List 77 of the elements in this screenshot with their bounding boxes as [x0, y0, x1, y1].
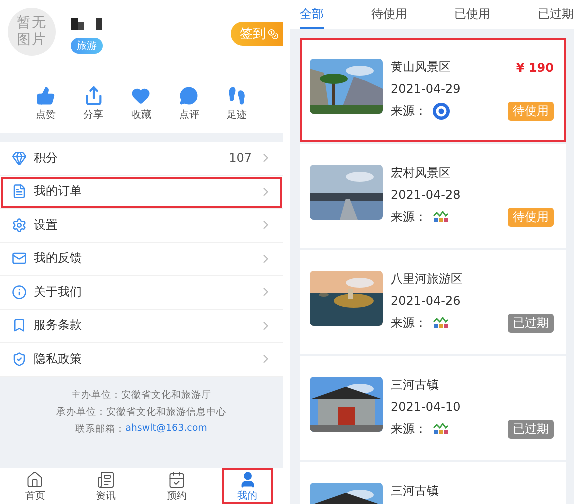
- order-card[interactable]: 三河古镇 2021-04-10 来源： 已过期: [300, 356, 566, 460]
- calendar-icon: [168, 471, 186, 489]
- menu-label: 我的订单: [34, 183, 82, 200]
- order-title: 三河古镇: [391, 483, 439, 500]
- order-date: 2021-04-28: [391, 188, 461, 202]
- order-tab[interactable]: 已使用: [454, 0, 491, 29]
- order-title: 黄山风景区: [391, 59, 451, 76]
- heart-icon: [131, 86, 152, 106]
- order-price: ¥ 190: [516, 60, 554, 74]
- chat-bubble-icon: [179, 86, 200, 106]
- home-icon: [26, 471, 44, 489]
- logo-icon: [433, 423, 449, 436]
- order-card[interactable]: 三河古镇: [300, 462, 566, 504]
- logo-icon: [433, 211, 449, 224]
- action-button[interactable]: 点评: [169, 86, 210, 133]
- share-icon: [84, 86, 104, 106]
- menu-item[interactable]: 我的订单: [0, 176, 283, 209]
- bookmark-icon: [12, 318, 27, 334]
- status-badge: 待使用: [508, 208, 554, 227]
- menu-label: 隐私政策: [34, 350, 82, 368]
- menu-label: 关于我们: [34, 284, 82, 301]
- source-label: 来源：: [391, 315, 427, 332]
- order-title: 三河古镇: [391, 377, 439, 394]
- action-button[interactable]: 足迹: [217, 86, 258, 133]
- order-card[interactable]: 黄山风景区 ¥ 190 2021-04-29 来源： 待使用: [300, 38, 566, 142]
- nav-tab[interactable]: 我的: [222, 468, 273, 504]
- contact-label: 联系邮箱：: [76, 422, 126, 436]
- action-button[interactable]: 分享: [74, 86, 114, 133]
- coins-icon: [268, 28, 279, 40]
- menu-label: 设置: [34, 216, 58, 234]
- status-badge: 待使用: [508, 102, 554, 121]
- user-tag: 旅游: [71, 38, 103, 54]
- action-button[interactable]: 收藏: [121, 86, 162, 133]
- gem-icon: [12, 150, 27, 166]
- news-icon: [97, 471, 116, 489]
- action-button[interactable]: 点赞: [26, 86, 66, 133]
- avatar-placeholder-text: 暂无图片: [16, 15, 48, 49]
- menu-item[interactable]: 积分 107: [0, 142, 283, 176]
- nav-tab[interactable]: 预约: [152, 468, 202, 504]
- menu-label: 积分: [34, 150, 58, 167]
- nav-tab[interactable]: 首页: [10, 468, 61, 504]
- order-date: 2021-04-29: [391, 82, 461, 96]
- order-date: 2021-04-26: [391, 294, 461, 308]
- status-badge: 已过期: [508, 420, 554, 439]
- source-label: 来源：: [391, 103, 427, 120]
- order-tab[interactable]: 已过期: [538, 0, 574, 29]
- nav-tab[interactable]: 资讯: [80, 468, 132, 504]
- order-card[interactable]: 宏村风景区 2021-04-28 来源： 待使用: [300, 144, 566, 248]
- logo-icon: [433, 317, 449, 330]
- source-label: 来源：: [391, 209, 427, 226]
- menu-item[interactable]: 我的反馈: [0, 242, 283, 276]
- menu-label: 我的反馈: [34, 250, 82, 268]
- document-icon: [12, 184, 27, 200]
- menu-item[interactable]: 设置: [0, 209, 283, 242]
- menu-value: 107: [229, 151, 252, 166]
- shield-icon: [12, 352, 27, 367]
- menu-item[interactable]: 关于我们: [0, 276, 283, 310]
- order-card[interactable]: 八里河旅游区 2021-04-26 来源： 已过期: [300, 250, 566, 354]
- status-badge: 已过期: [508, 314, 554, 333]
- footer-text: 承办单位：安徽省文化和旅游信息中心: [56, 406, 226, 418]
- footprint-icon: [227, 86, 248, 106]
- order-tab[interactable]: 全部: [300, 0, 324, 29]
- settings-icon: [12, 218, 27, 233]
- envelope-icon: [12, 251, 27, 266]
- redacted-name-drawing: [71, 18, 103, 30]
- thumbs-up-icon: [36, 86, 56, 106]
- menu-label: 服务条款: [34, 317, 82, 334]
- menu-item[interactable]: 服务条款: [0, 310, 283, 343]
- order-tab[interactable]: 待使用: [371, 0, 408, 29]
- order-title: 宏村风景区: [391, 165, 451, 182]
- email-link[interactable]: ahswlt@163.com: [126, 422, 208, 436]
- order-title: 八里河旅游区: [391, 271, 463, 288]
- footer-text: 主办单位：安徽省文化和旅游厅: [72, 388, 212, 402]
- info-icon: [12, 284, 27, 300]
- order-date: 2021-04-10: [391, 400, 461, 414]
- logo-icon: [433, 103, 450, 120]
- source-label: 来源：: [391, 421, 427, 438]
